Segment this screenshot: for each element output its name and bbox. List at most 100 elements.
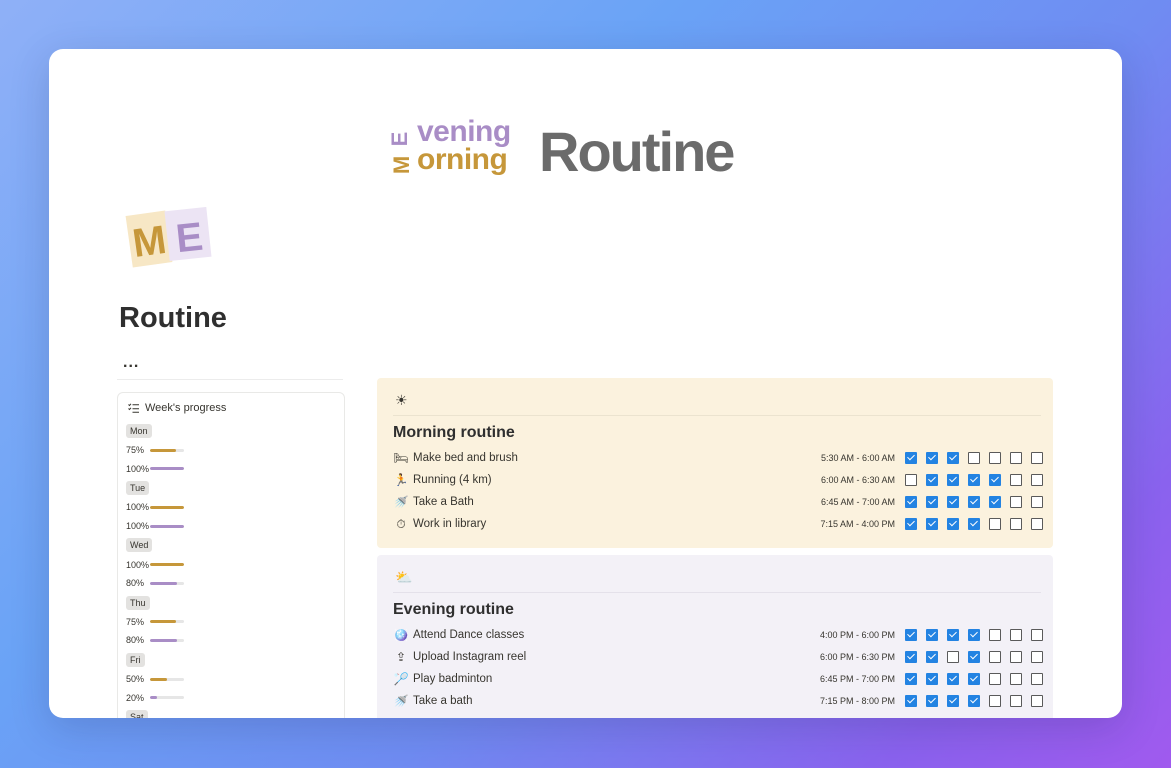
checkbox-unchecked[interactable] bbox=[1031, 496, 1043, 508]
task-row: 🏃 Running (4 km) 6:00 AM - 6:30 AM bbox=[393, 470, 1043, 490]
task-name: Attend Dance classes bbox=[413, 629, 525, 641]
checkbox-checked[interactable] bbox=[926, 651, 938, 663]
day-checkboxes bbox=[905, 496, 1043, 508]
checkbox-checked[interactable] bbox=[905, 518, 917, 530]
checkbox-unchecked[interactable] bbox=[1010, 452, 1022, 464]
checkbox-unchecked[interactable] bbox=[989, 695, 1001, 707]
progress-row: 100% bbox=[126, 517, 336, 536]
checkbox-checked[interactable] bbox=[947, 518, 959, 530]
checkbox-checked[interactable] bbox=[947, 496, 959, 508]
checkbox-checked[interactable] bbox=[905, 629, 917, 641]
progress-bar bbox=[150, 677, 184, 681]
checkbox-checked[interactable] bbox=[905, 496, 917, 508]
banner-routine-text: Routine bbox=[539, 120, 735, 183]
task-row: 🏸 Play badminton 6:45 PM - 7:00 PM bbox=[393, 669, 1043, 689]
checkbox-unchecked[interactable] bbox=[1010, 496, 1022, 508]
progress-bar-fill bbox=[150, 467, 184, 471]
checkbox-checked[interactable] bbox=[989, 474, 1001, 486]
checkbox-checked[interactable] bbox=[968, 673, 980, 685]
weeks-progress-title: Week's progress bbox=[145, 402, 227, 414]
checkbox-checked[interactable] bbox=[947, 673, 959, 685]
task-time: 7:15 AM - 4:00 PM bbox=[820, 519, 895, 529]
checkbox-checked[interactable] bbox=[926, 518, 938, 530]
checkbox-checked[interactable] bbox=[926, 452, 938, 464]
checkbox-unchecked[interactable] bbox=[1010, 474, 1022, 486]
checkbox-unchecked[interactable] bbox=[1010, 518, 1022, 530]
checkbox-unchecked[interactable] bbox=[989, 518, 1001, 530]
checkbox-checked[interactable] bbox=[968, 695, 980, 707]
checkbox-checked[interactable] bbox=[947, 474, 959, 486]
checkbox-unchecked[interactable] bbox=[1031, 629, 1043, 641]
progress-bar-fill bbox=[150, 581, 178, 585]
progress-percent: 100% bbox=[126, 502, 150, 513]
progress-percent: 100% bbox=[126, 559, 150, 570]
day-checkboxes bbox=[905, 651, 1043, 663]
checklist-icon bbox=[128, 403, 139, 413]
checkbox-checked[interactable] bbox=[968, 629, 980, 641]
task-time: 6:00 PM - 6:30 PM bbox=[819, 652, 895, 662]
checkbox-checked[interactable] bbox=[905, 452, 917, 464]
checkbox-unchecked[interactable] bbox=[1031, 695, 1043, 707]
checkbox-checked[interactable] bbox=[905, 673, 917, 685]
progress-bar-fill bbox=[150, 524, 184, 528]
checkbox-checked[interactable] bbox=[926, 629, 938, 641]
checkbox-unchecked[interactable] bbox=[989, 452, 1001, 464]
checkbox-unchecked[interactable] bbox=[1010, 629, 1022, 641]
svg-text:M: M bbox=[389, 156, 414, 174]
disco-ball-icon: 🪩 bbox=[393, 628, 409, 642]
page-icon-me[interactable]: M E bbox=[125, 207, 215, 269]
checkbox-checked[interactable] bbox=[926, 695, 938, 707]
progress-percent: 75% bbox=[126, 616, 145, 627]
checkbox-checked[interactable] bbox=[947, 695, 959, 707]
checkbox-unchecked[interactable] bbox=[947, 651, 959, 663]
day-tag: Mon bbox=[126, 424, 152, 438]
checkbox-checked[interactable] bbox=[926, 474, 938, 486]
checkbox-unchecked[interactable] bbox=[1031, 673, 1043, 685]
checkbox-unchecked[interactable] bbox=[1031, 651, 1043, 663]
checkbox-unchecked[interactable] bbox=[1010, 695, 1022, 707]
progress-bar bbox=[150, 563, 184, 567]
checkbox-checked[interactable] bbox=[989, 496, 1001, 508]
checkbox-unchecked[interactable] bbox=[1031, 474, 1043, 486]
checkbox-unchecked[interactable] bbox=[1010, 651, 1022, 663]
day-checkboxes bbox=[905, 518, 1043, 530]
banner-morning-text: orning bbox=[417, 143, 508, 176]
checkbox-unchecked[interactable] bbox=[1031, 452, 1043, 464]
checkbox-checked[interactable] bbox=[926, 496, 938, 508]
checkbox-checked[interactable] bbox=[947, 452, 959, 464]
progress-bar bbox=[150, 696, 184, 700]
checkbox-checked[interactable] bbox=[926, 673, 938, 685]
checkbox-checked[interactable] bbox=[968, 496, 980, 508]
shower-icon: 🚿 bbox=[393, 694, 409, 708]
checkbox-checked[interactable] bbox=[968, 518, 980, 530]
timer-icon: ⏱ bbox=[396, 516, 406, 531]
weeks-progress-header[interactable]: Week's progress bbox=[128, 402, 226, 414]
task-time: 6:45 AM - 7:00 AM bbox=[820, 497, 895, 507]
progress-list: Mon 75% 100% Tue 100% 100% Wed 100% 80% Thu 75% 80%… bbox=[126, 421, 336, 718]
page-title: Routine bbox=[119, 302, 227, 334]
checkbox-unchecked[interactable] bbox=[968, 452, 980, 464]
checkbox-unchecked[interactable] bbox=[989, 673, 1001, 685]
progress-row: 100% bbox=[126, 498, 336, 517]
checkbox-unchecked[interactable] bbox=[1010, 673, 1022, 685]
sun-behind-cloud-icon: ⛅ bbox=[395, 569, 413, 585]
progress-bar-fill bbox=[150, 563, 184, 567]
checkbox-unchecked[interactable] bbox=[989, 629, 1001, 641]
more-options-button[interactable]: ... bbox=[123, 354, 139, 372]
task-time: 6:00 AM - 6:30 AM bbox=[820, 475, 895, 485]
checkbox-checked[interactable] bbox=[968, 651, 980, 663]
checkbox-unchecked[interactable] bbox=[989, 651, 1001, 663]
checkbox-checked[interactable] bbox=[947, 629, 959, 641]
checkbox-unchecked[interactable] bbox=[1031, 518, 1043, 530]
checkbox-checked[interactable] bbox=[905, 651, 917, 663]
day-checkboxes bbox=[905, 673, 1043, 685]
task-time: 6:45 PM - 7:00 PM bbox=[819, 674, 895, 684]
day-progress-sat: Sat bbox=[126, 707, 336, 718]
checkbox-checked[interactable] bbox=[968, 474, 980, 486]
progress-percent: 80% bbox=[126, 635, 145, 646]
progress-bar bbox=[150, 448, 184, 452]
progress-bar-fill bbox=[150, 505, 184, 509]
progress-row: 75% bbox=[126, 613, 336, 632]
checkbox-checked[interactable] bbox=[905, 695, 917, 707]
checkbox-unchecked[interactable] bbox=[905, 474, 917, 486]
